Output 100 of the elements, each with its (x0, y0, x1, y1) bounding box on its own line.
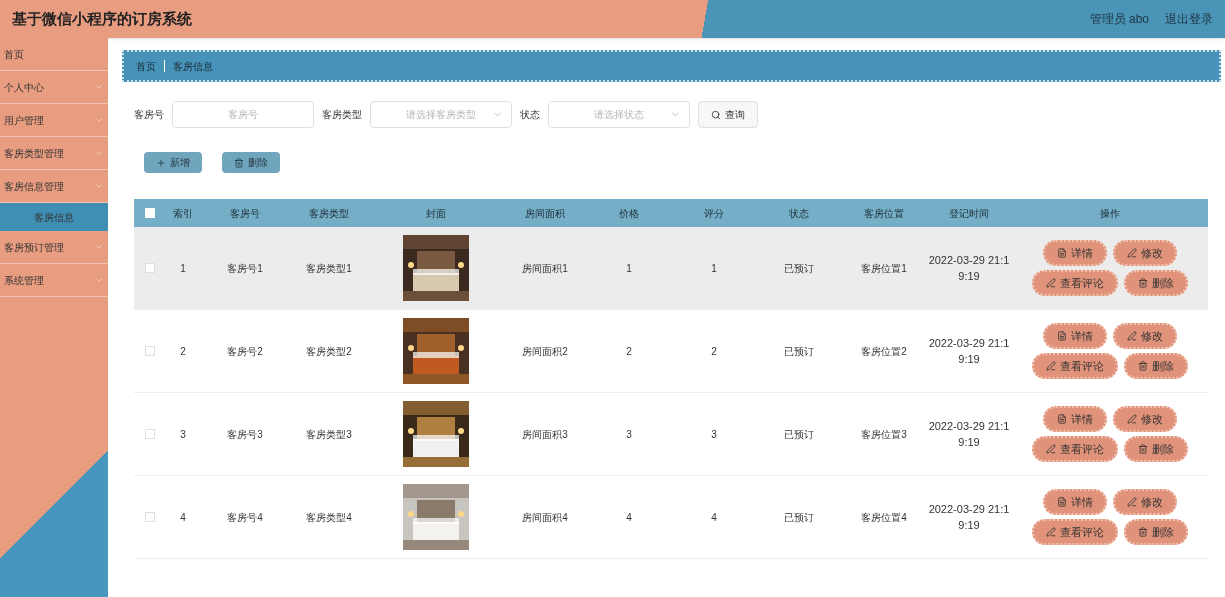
pencil-icon (1127, 497, 1137, 507)
action-button[interactable]: 查看评论 (1032, 270, 1118, 296)
table-cell-text: 2022-03-29 21:19:19 (928, 253, 1010, 284)
checkbox[interactable] (145, 346, 155, 356)
filter-label: 客房类型 (322, 108, 362, 122)
pencil-icon (1046, 527, 1056, 537)
breadcrumb-item: 客房信息 (173, 59, 213, 74)
pencil-icon (1046, 278, 1056, 288)
table-cell-text: 3 (179, 427, 187, 442)
action-button[interactable]: 删除 (1124, 270, 1188, 296)
input-field[interactable]: 客房号 (172, 101, 314, 128)
search-icon (711, 109, 721, 120)
column-header: 操作 (1099, 206, 1121, 221)
column-header: 索引 (172, 206, 194, 221)
table-cell-text: 客房位置1 (860, 261, 908, 276)
action-button[interactable]: 删除 (1124, 353, 1188, 379)
checkbox[interactable] (145, 263, 155, 273)
pencil-icon (1046, 444, 1056, 454)
chevron-icon (94, 82, 104, 92)
trash-icon (1138, 278, 1148, 288)
table-cell-text: 房间面积1 (521, 261, 569, 276)
app-title: 基于微信小程序的订房系统 (12, 8, 192, 29)
table-cell-text: 已预订 (783, 510, 815, 525)
document-icon (1057, 497, 1067, 507)
chevron-icon (94, 115, 104, 125)
delete-button[interactable]: 删除 (222, 152, 280, 173)
column-header: 登记时间 (948, 206, 990, 221)
table-cell-text: 1 (625, 261, 633, 276)
table-cell-text: 客房类型3 (305, 427, 353, 442)
document-icon (1057, 414, 1067, 424)
column-header: 客房类型 (308, 206, 350, 221)
table-cell-text: 1 (710, 261, 718, 276)
table-cell-text: 1 (179, 261, 187, 276)
action-button[interactable]: 修改 (1113, 240, 1177, 266)
action-button[interactable]: 修改 (1113, 323, 1177, 349)
checkbox[interactable] (145, 512, 155, 522)
table-cell-text: 2022-03-29 21:19:19 (928, 502, 1010, 533)
add-button[interactable]: 新增 (144, 152, 202, 173)
table-cell-text: 4 (625, 510, 633, 525)
pencil-icon (1127, 248, 1137, 258)
column-header: 客房号 (229, 206, 261, 221)
logout-link[interactable]: 退出登录 (1165, 10, 1213, 28)
chevron-icon (94, 148, 104, 158)
document-icon (1057, 248, 1067, 258)
trash-icon (234, 157, 244, 168)
action-button[interactable]: 详情 (1043, 406, 1107, 432)
action-button[interactable]: 详情 (1043, 489, 1107, 515)
chevron-icon (94, 275, 104, 285)
pencil-icon (1127, 414, 1137, 424)
action-button[interactable]: 删除 (1124, 519, 1188, 545)
table-cell-text: 客房号3 (226, 427, 264, 442)
user-name: 管理员 abo (1089, 11, 1149, 28)
column-header: 价格 (618, 206, 640, 221)
pencil-icon (1046, 361, 1056, 371)
table-cell-text: 客房号1 (226, 261, 264, 276)
table-cell-text: 房间面积4 (521, 510, 569, 525)
table-cell-text: 3 (710, 427, 718, 442)
column-header: 客房位置 (863, 206, 905, 221)
action-button[interactable]: 修改 (1113, 489, 1177, 515)
column-header: 状态 (788, 206, 810, 221)
table-cell-text: 客房类型1 (305, 261, 353, 276)
pencil-icon (1127, 331, 1137, 341)
action-button[interactable]: 查看评论 (1032, 353, 1118, 379)
table-cell-text: 3 (625, 427, 633, 442)
document-icon (1057, 331, 1067, 341)
table-cell-text: 房间面积3 (521, 427, 569, 442)
chevron-icon (94, 181, 104, 191)
table-cell-text: 2022-03-29 21:19:19 (928, 336, 1010, 367)
action-button[interactable]: 查看评论 (1032, 519, 1118, 545)
table-cell-text: 客房号4 (226, 510, 264, 525)
trash-icon (1138, 444, 1148, 454)
action-button[interactable]: 详情 (1043, 323, 1107, 349)
action-button[interactable]: 详情 (1043, 240, 1107, 266)
table-cell-text: 客房位置4 (860, 510, 908, 525)
chevron-icon (94, 242, 104, 252)
table-cell-text: 已预订 (783, 344, 815, 359)
action-button[interactable]: 查看评论 (1032, 436, 1118, 462)
table-cell-text: 2022-03-29 21:19:19 (928, 419, 1010, 450)
table-cell-text: 2 (625, 344, 633, 359)
table-cell-text: 已预订 (783, 427, 815, 442)
sidebar-subitem[interactable]: 客房信息 (0, 203, 108, 231)
table-cell-text: 4 (179, 510, 187, 525)
table-cell-text: 2 (179, 344, 187, 359)
table-cell-text: 客房号2 (226, 344, 264, 359)
table-cell-text: 客房位置3 (860, 427, 908, 442)
table-cell-text: 客房类型4 (305, 510, 353, 525)
table-cell-text: 已预订 (783, 261, 815, 276)
action-button[interactable]: 修改 (1113, 406, 1177, 432)
column-header: 房间面积 (524, 206, 566, 221)
breadcrumb-item[interactable]: 首页 (136, 58, 156, 74)
table-cell-text: 4 (710, 510, 718, 525)
table-cell-text: 客房类型2 (305, 344, 353, 359)
filter-label: 客房号 (134, 108, 164, 122)
plus-icon (156, 157, 166, 168)
action-button[interactable]: 删除 (1124, 436, 1188, 462)
table-cell-text: 2 (710, 344, 718, 359)
search-button[interactable]: 查询 (698, 101, 758, 128)
checkbox[interactable] (145, 429, 155, 439)
column-header: 封面 (425, 206, 447, 221)
column-header: 评分 (703, 206, 725, 221)
